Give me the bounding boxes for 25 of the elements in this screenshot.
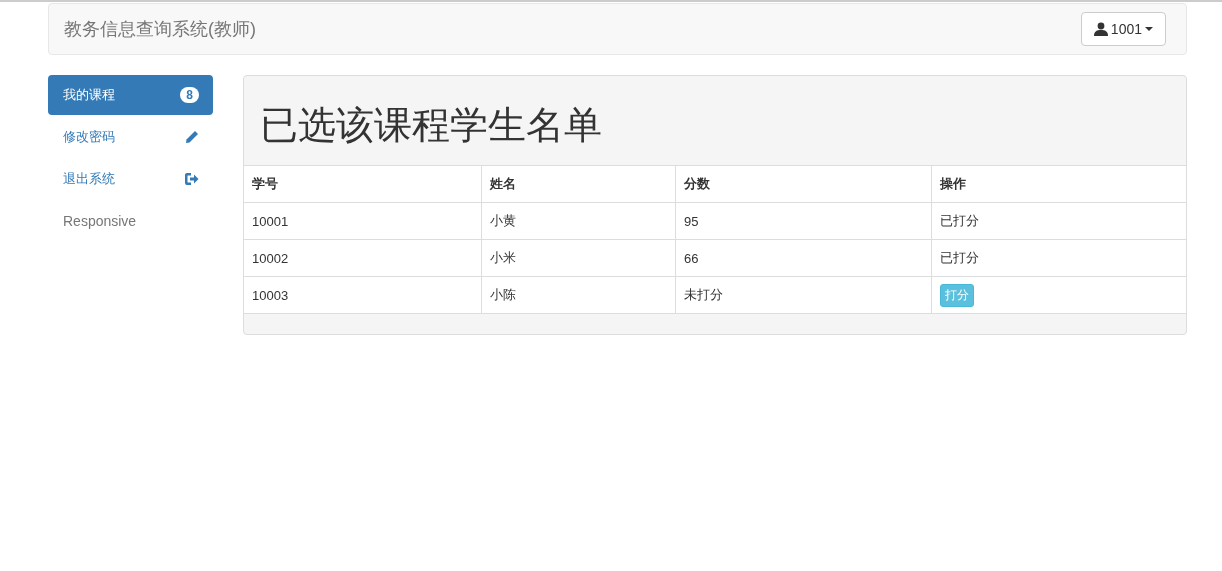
table-cell: 10001 <box>244 202 482 240</box>
pencil-icon <box>185 130 199 144</box>
caret-icon <box>1145 27 1153 31</box>
column-header: 分数 <box>675 165 932 203</box>
panel-title: 已选该课程学生名单 <box>260 103 602 148</box>
table-cell: 小米 <box>481 239 676 277</box>
column-header: 学号 <box>244 165 482 203</box>
sidebar-item[interactable]: 我的课程 8 <box>48 75 213 115</box>
logout-icon <box>184 172 199 186</box>
table-cell: 66 <box>675 239 932 277</box>
sidebar-item[interactable]: 退出系统 <box>48 159 213 199</box>
table-cell: 95 <box>675 202 932 240</box>
table-cell: 10002 <box>244 239 482 277</box>
column-header: 操作 <box>931 165 1186 203</box>
table-cell: 小黄 <box>481 202 676 240</box>
table-cell: 10003 <box>244 276 482 314</box>
table-cell: 未打分 <box>675 276 932 314</box>
user-dropdown-button[interactable]: 1001 <box>1080 12 1166 46</box>
brand-title[interactable]: 教务信息查询系统(教师) <box>64 17 256 41</box>
user-icon <box>1093 22 1108 36</box>
column-header: 姓名 <box>481 165 676 203</box>
count-badge: 8 <box>180 87 199 103</box>
sidebar-item[interactable]: 修改密码 <box>48 117 213 157</box>
table-cell: 小陈 <box>481 276 676 314</box>
sidebar-item[interactable]: Responsive <box>48 201 213 241</box>
